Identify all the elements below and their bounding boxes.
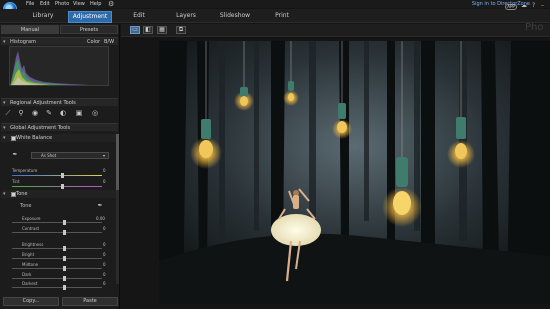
slider-handle[interactable] <box>63 266 66 271</box>
tint-value: 0 <box>103 179 106 184</box>
tint-slider[interactable] <box>12 184 102 189</box>
tab-slideshow[interactable]: Slideshow <box>218 11 252 21</box>
brightness-slider[interactable] <box>12 246 102 251</box>
temperature-slider[interactable] <box>12 173 102 178</box>
single-view-icon[interactable]: ▭ <box>130 26 140 34</box>
grid-view-icon[interactable]: ▦ <box>157 26 167 34</box>
tab-library[interactable]: Library <box>30 11 56 21</box>
darkest-slider[interactable] <box>12 285 102 290</box>
tone-row-label: Dark <box>22 272 32 277</box>
tab-print[interactable]: Print <box>272 11 292 21</box>
minimize-icon[interactable]: – <box>541 2 544 9</box>
tone-row-value: 0 <box>103 252 106 257</box>
app-badge[interactable]: APP <box>505 4 517 10</box>
slider-handle[interactable] <box>63 285 66 290</box>
tone-row-value: 0 <box>103 281 106 286</box>
slider-handle[interactable] <box>63 246 66 251</box>
exposure-slider[interactable] <box>12 220 102 225</box>
product-watermark: Pho <box>525 22 544 33</box>
tone-row-value: 0 <box>103 242 106 247</box>
menu-bar: File Edit Photo View Help <box>0 0 550 8</box>
menu-edit[interactable]: Edit <box>40 0 50 8</box>
regional-tools-title: Regional Adjustment Tools <box>10 100 76 106</box>
histogram-color-toggle[interactable]: Color <box>87 38 100 46</box>
contrast-slider[interactable] <box>12 230 102 235</box>
view-toolbar: ▭ ◧ ▦ ⧉ <box>121 24 550 37</box>
tab-adjustment[interactable]: Adjustment <box>68 11 112 23</box>
main-tab-bar: Library Adjustment Edit Layers Slideshow… <box>0 0 550 23</box>
radial-filter-icon[interactable]: ▣ <box>75 109 83 117</box>
tone-checkbox[interactable] <box>11 192 16 197</box>
contrast-label: Contrast <box>22 226 40 231</box>
copy-button[interactable]: Copy... <box>3 297 59 306</box>
chevron-down-icon: ▾ <box>102 153 105 158</box>
tone-row-value: 0 <box>103 262 106 267</box>
help-icon[interactable]: ? <box>532 2 535 9</box>
tab-edit[interactable]: Edit <box>130 11 148 21</box>
menu-help[interactable]: Help <box>90 0 101 8</box>
exposure-value: 0.00 <box>96 216 105 221</box>
adjustment-panel: Manual Presets Histogram Color B/W Regio… <box>0 24 120 309</box>
dark-slider[interactable] <box>12 276 102 281</box>
white-balance-checkbox[interactable] <box>11 136 16 141</box>
tone-row-label: Midtone <box>22 262 39 267</box>
tab-layers[interactable]: Layers <box>172 11 200 21</box>
regional-tools-header[interactable]: Regional Adjustment Tools <box>1 98 118 107</box>
brush-tool-icon[interactable]: ✎ <box>45 109 53 117</box>
global-tools-header[interactable]: Global Adjustment Tools <box>1 123 118 132</box>
tint-label: Tint <box>12 179 20 184</box>
target-tool-icon[interactable]: ◎ <box>91 109 99 117</box>
histogram-graph <box>9 46 109 86</box>
histogram-title: Histogram <box>10 39 36 45</box>
slider-handle[interactable] <box>63 256 66 261</box>
menu-file[interactable]: File <box>26 0 34 8</box>
settings-gear-icon[interactable]: ⚙ <box>108 0 114 8</box>
tone-row-value: 0 <box>103 272 106 277</box>
tone-subtitle: Tone <box>20 203 32 209</box>
paste-button[interactable]: Paste <box>62 297 118 306</box>
compare-view-icon[interactable]: ◧ <box>143 26 153 34</box>
histogram-header[interactable]: Histogram Color B/W <box>1 37 118 46</box>
contrast-slider-handle[interactable] <box>63 230 66 235</box>
photo-preview[interactable] <box>159 41 550 304</box>
tone-header[interactable]: Tone <box>1 190 118 198</box>
red-eye-icon[interactable]: ◉ <box>31 109 39 117</box>
exposure-label: Exposure <box>22 216 41 221</box>
spot-removal-icon[interactable]: ⚲ <box>17 109 25 117</box>
tone-row-label: Brightness <box>22 242 44 247</box>
tab-manual[interactable]: Manual <box>1 25 59 34</box>
histogram-bw-toggle[interactable]: B/W <box>104 38 114 46</box>
tab-presets[interactable]: Presets <box>60 25 118 34</box>
white-balance-preset-select[interactable]: As Shot ▾ <box>31 152 109 159</box>
tone-row-label: Bright <box>22 252 35 257</box>
bright-slider[interactable] <box>12 256 102 261</box>
fullscreen-icon[interactable]: ⧉ <box>176 26 186 34</box>
white-balance-title: White Balance <box>16 135 53 141</box>
white-balance-header[interactable]: White Balance <box>1 134 118 142</box>
gradient-mask-icon[interactable]: ◐ <box>59 109 67 117</box>
menu-photo[interactable]: Photo <box>55 0 69 8</box>
slider-handle[interactable] <box>63 276 66 281</box>
white-balance-preset-value: As Shot <box>41 153 57 158</box>
global-tools-title: Global Adjustment Tools <box>10 125 71 131</box>
panel-scrollbar-thumb[interactable] <box>116 134 119 190</box>
temperature-label: Temperature <box>12 168 38 173</box>
crop-tool-icon[interactable]: ⟋ <box>4 109 12 117</box>
midtone-slider[interactable] <box>12 266 102 271</box>
menu-view[interactable]: View <box>73 0 85 8</box>
contrast-value: 0 <box>103 226 106 231</box>
cloud-icon[interactable]: ☁ <box>521 2 527 9</box>
tone-eyedropper-icon[interactable]: ✒ <box>96 202 104 210</box>
exposure-slider-handle[interactable] <box>63 220 66 225</box>
tone-row-label: Darkest <box>22 281 38 286</box>
eyedropper-icon[interactable]: ✒ <box>11 151 19 159</box>
tint-slider-handle[interactable] <box>61 184 64 189</box>
temperature-slider-handle[interactable] <box>61 173 64 178</box>
temperature-value: 0 <box>103 168 106 173</box>
